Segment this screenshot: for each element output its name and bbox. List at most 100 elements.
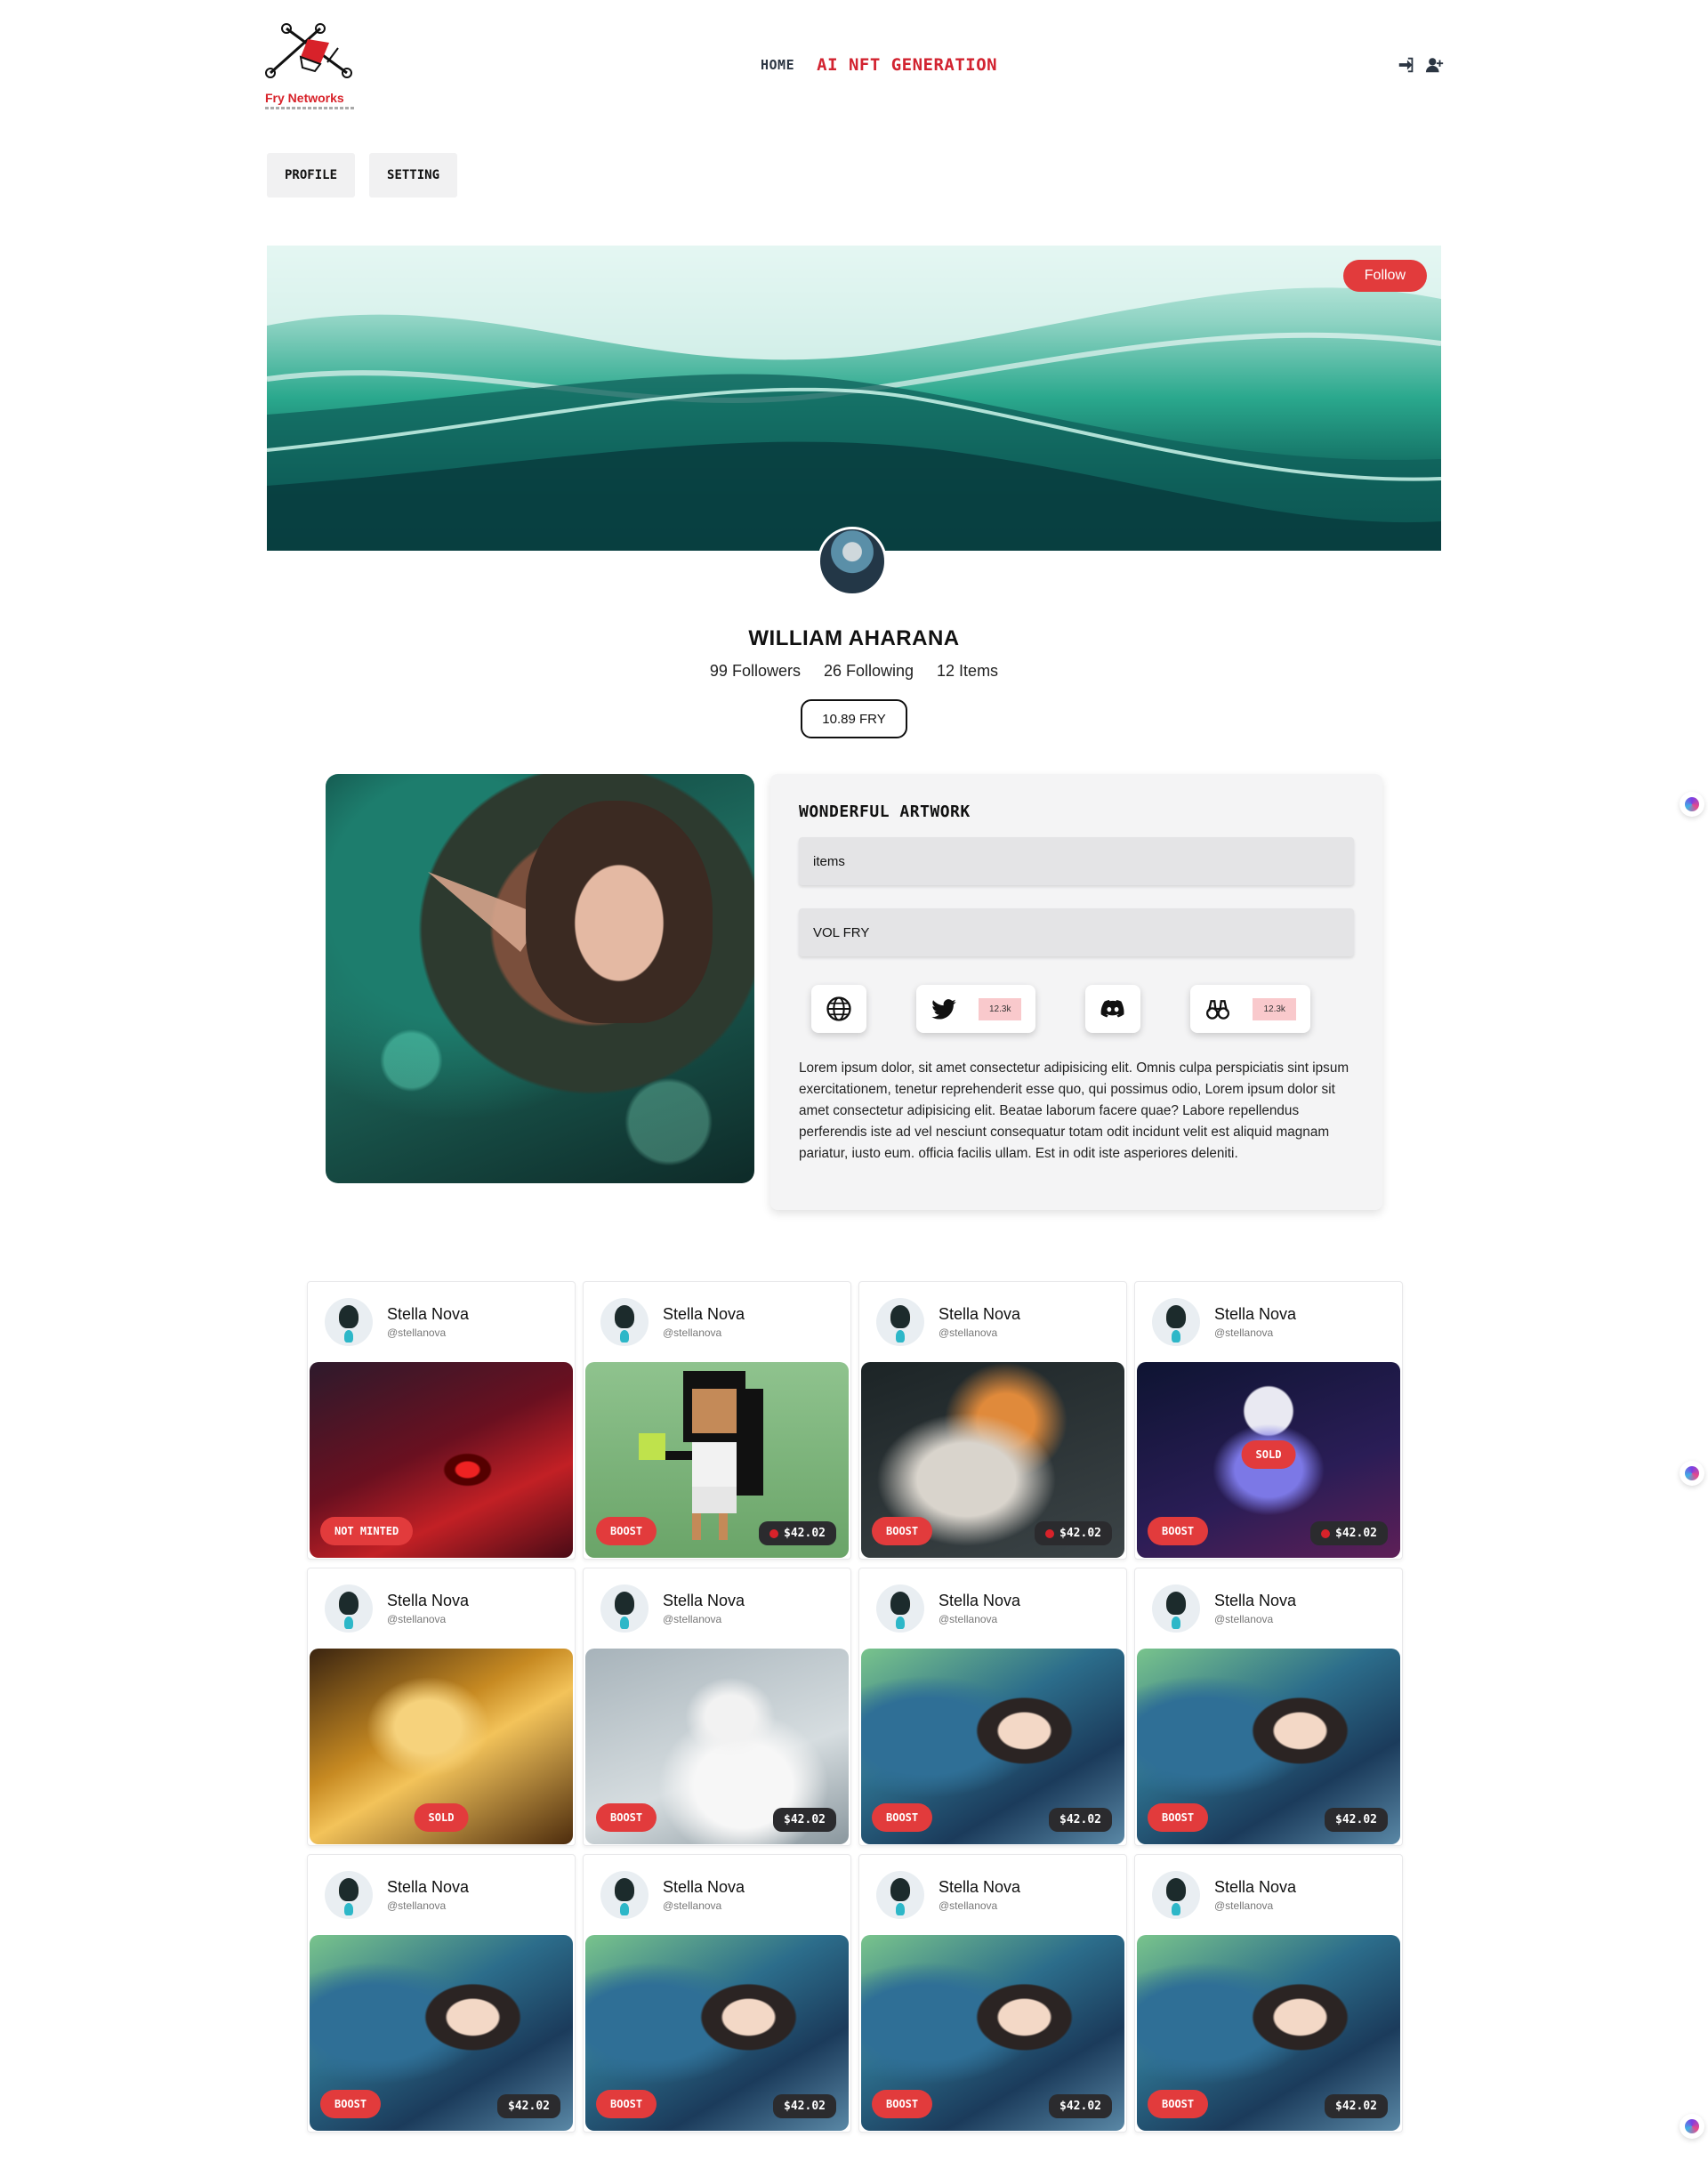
drone-logo-icon — [265, 23, 352, 78]
nft-card[interactable]: Stella Nova @stellanova BOOST $42.02 — [1134, 1568, 1403, 1846]
creator-avatar[interactable] — [876, 1584, 924, 1633]
creator-avatar[interactable] — [876, 1871, 924, 1919]
follow-button[interactable]: Follow — [1342, 260, 1427, 292]
twitter-link[interactable]: 12.3k — [916, 985, 1036, 1033]
sold-badge: SOLD — [1241, 1440, 1296, 1469]
assistant-brain-icon[interactable] — [1680, 1461, 1704, 1486]
boost-button[interactable]: BOOST — [596, 1803, 657, 1832]
boost-button[interactable]: BOOST — [872, 1517, 933, 1545]
card-creator: Stella Nova @stellanova — [861, 1282, 1124, 1362]
nft-image[interactable]: BOOST $42.02 — [585, 1935, 849, 2131]
price-tag: $42.02 — [1310, 1521, 1388, 1545]
card-creator: Stella Nova @stellanova — [585, 1855, 849, 1935]
nft-card[interactable]: Stella Nova @stellanova BOOST $42.02 — [583, 1568, 851, 1846]
boost-button[interactable]: BOOST — [596, 1517, 657, 1545]
user-plus-icon[interactable] — [1425, 55, 1445, 75]
creator-name[interactable]: Stella Nova — [663, 1878, 745, 1897]
boost-button[interactable]: BOOST — [596, 2090, 657, 2118]
website-link[interactable] — [811, 985, 866, 1033]
nft-card[interactable]: Stella Nova @stellanova BOOST $42.02 — [583, 1281, 851, 1560]
nft-grid: Stella Nova @stellanova NOT MINTED Stella N… — [307, 1281, 1403, 2133]
creator-avatar[interactable] — [600, 1871, 649, 1919]
creator-name[interactable]: Stella Nova — [663, 1592, 745, 1610]
binoculars-link[interactable]: 12.3k — [1190, 985, 1310, 1033]
nft-card[interactable]: Stella Nova @stellanova BOOST $42.02 — [858, 1854, 1127, 2133]
creator-name[interactable]: Stella Nova — [387, 1592, 469, 1610]
boost-button[interactable]: BOOST — [872, 1803, 933, 1832]
nft-card[interactable]: Stella Nova @stellanova BOOST $42.02 — [583, 1854, 851, 2133]
price-value: $42.02 — [1059, 1813, 1101, 1826]
nft-image[interactable]: BOOST $42.02 — [1137, 1649, 1400, 1844]
creator-avatar[interactable] — [325, 1298, 373, 1346]
nft-image[interactable]: BOOST $42.02 — [585, 1362, 849, 1558]
price-tag: $42.02 — [1049, 2094, 1112, 2118]
nft-card[interactable]: Stella Nova @stellanova NOT MINTED — [307, 1281, 576, 1560]
boost-button[interactable]: BOOST — [872, 2090, 933, 2118]
creator-name[interactable]: Stella Nova — [1214, 1878, 1296, 1897]
creator-avatar[interactable] — [325, 1871, 373, 1919]
creator-name[interactable]: Stella Nova — [939, 1592, 1020, 1610]
binoculars-count: 12.3k — [1253, 997, 1296, 1020]
nav-ai-nft-generation[interactable]: AI NFT GENERATION — [817, 55, 997, 75]
nft-image[interactable]: BOOST $42.02 — [861, 1649, 1124, 1844]
main-nav: HOME AI NFT GENERATION — [761, 55, 997, 75]
creator-name[interactable]: Stella Nova — [939, 1305, 1020, 1324]
nft-image[interactable]: SOLD BOOST $42.02 — [1137, 1362, 1400, 1558]
creator-name[interactable]: Stella Nova — [1214, 1592, 1296, 1610]
creator-name[interactable]: Stella Nova — [1214, 1305, 1296, 1324]
nft-image[interactable]: SOLD — [310, 1649, 573, 1844]
assistant-brain-icon[interactable] — [1680, 792, 1704, 817]
nft-image[interactable]: BOOST $42.02 — [310, 1935, 573, 2131]
nft-card[interactable]: Stella Nova @stellanova SOLD BOOST $42.02 — [1134, 1281, 1403, 1560]
nft-card[interactable]: Stella Nova @stellanova BOOST $42.02 — [307, 1854, 576, 2133]
creator-handle: @stellanova — [663, 1326, 722, 1339]
nft-image[interactable]: NOT MINTED — [310, 1362, 573, 1558]
discord-link[interactable] — [1085, 985, 1141, 1033]
creator-avatar[interactable] — [600, 1298, 649, 1346]
sign-in-icon[interactable] — [1397, 55, 1416, 75]
tab-setting[interactable]: SETTING — [369, 153, 458, 198]
boost-button[interactable]: BOOST — [1148, 1803, 1209, 1832]
creator-avatar[interactable] — [1152, 1298, 1200, 1346]
nft-card[interactable]: Stella Nova @stellanova SOLD — [307, 1568, 576, 1846]
creator-handle: @stellanova — [663, 1899, 722, 1912]
creator-avatar[interactable] — [325, 1584, 373, 1633]
card-creator: Stella Nova @stellanova — [861, 1568, 1124, 1649]
nft-image[interactable]: BOOST $42.02 — [861, 1935, 1124, 2131]
tab-profile[interactable]: PROFILE — [267, 153, 356, 198]
creator-handle: @stellanova — [939, 1899, 998, 1912]
creator-name[interactable]: Stella Nova — [663, 1305, 745, 1324]
nft-image[interactable]: BOOST $42.02 — [1137, 1935, 1400, 2131]
nft-card[interactable]: Stella Nova @stellanova BOOST $42.02 — [1134, 1854, 1403, 2133]
creator-avatar[interactable] — [876, 1298, 924, 1346]
boost-button[interactable]: BOOST — [1148, 2090, 1209, 2118]
featured-artwork-image[interactable] — [326, 774, 754, 1183]
nft-image[interactable]: BOOST $42.02 — [861, 1362, 1124, 1558]
creator-avatar[interactable] — [600, 1584, 649, 1633]
fry-balance: 10.89 FRY — [801, 699, 907, 738]
items-field: items — [799, 837, 1354, 885]
followers-count[interactable]: 99 Followers — [710, 662, 801, 681]
nav-home[interactable]: HOME — [761, 57, 794, 73]
creator-handle: @stellanova — [387, 1613, 447, 1625]
profile-avatar[interactable] — [818, 527, 887, 596]
globe-icon — [826, 996, 851, 1021]
boost-button[interactable]: BOOST — [1148, 1517, 1209, 1545]
following-count[interactable]: 26 Following — [824, 662, 914, 681]
card-creator: Stella Nova @stellanova — [585, 1282, 849, 1362]
boost-button[interactable]: BOOST — [320, 2090, 382, 2118]
brand-logo[interactable]: Fry Networks — [265, 21, 356, 110]
creator-name[interactable]: Stella Nova — [939, 1878, 1020, 1897]
nft-card[interactable]: Stella Nova @stellanova BOOST $42.02 — [858, 1568, 1127, 1846]
featured-artwork-panel: WONDERFUL ARTWORK items VOL FRY 12.3k 12… — [770, 774, 1382, 1210]
creator-name[interactable]: Stella Nova — [387, 1878, 469, 1897]
nft-image[interactable]: BOOST $42.02 — [585, 1649, 849, 1844]
assistant-brain-icon[interactable] — [1680, 2114, 1704, 2139]
price-value: $42.02 — [508, 2100, 550, 2113]
nft-card[interactable]: Stella Nova @stellanova BOOST $42.02 — [858, 1281, 1127, 1560]
creator-avatar[interactable] — [1152, 1584, 1200, 1633]
creator-avatar[interactable] — [1152, 1871, 1200, 1919]
items-count[interactable]: 12 Items — [937, 662, 998, 681]
price-tag: $42.02 — [1049, 1808, 1112, 1832]
creator-name[interactable]: Stella Nova — [387, 1305, 469, 1324]
